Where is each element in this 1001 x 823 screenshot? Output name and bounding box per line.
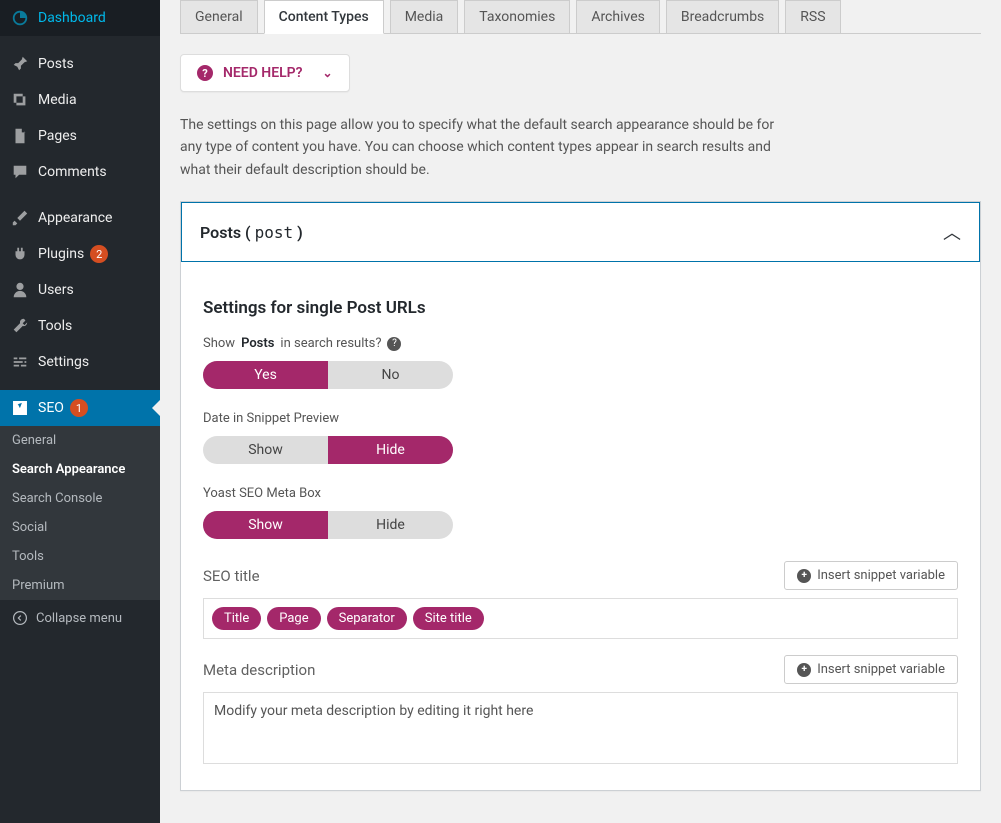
toggle-hide[interactable]: Hide [328, 436, 453, 464]
submenu-search-console[interactable]: Search Console [0, 484, 160, 513]
sidebar-item-label: Media [38, 92, 77, 108]
panel-title: Posts ( post ) [200, 223, 303, 242]
seo-title-label: SEO title [203, 567, 260, 585]
panel-title-paren: ( post ) [245, 223, 303, 242]
brush-icon [10, 208, 30, 228]
panel-header[interactable]: Posts ( post ) ︿ [181, 202, 980, 262]
seo-title-row: SEO title + Insert snippet variable [203, 561, 958, 590]
tab-breadcrumbs[interactable]: Breadcrumbs [666, 0, 779, 34]
seo-badge: 1 [70, 399, 88, 417]
meta-desc-row: Meta description + Insert snippet variab… [203, 655, 958, 684]
user-icon [10, 280, 30, 300]
tab-archives[interactable]: Archives [576, 0, 660, 34]
collapse-label: Collapse menu [36, 611, 122, 626]
toggle-show[interactable]: Show [203, 436, 328, 464]
tab-media[interactable]: Media [390, 0, 459, 34]
wrench-icon [10, 316, 30, 336]
posts-panel: Posts ( post ) ︿ Settings for single Pos… [180, 201, 981, 791]
sidebar-item-label: SEO [38, 400, 64, 416]
sidebar-item-posts[interactable]: Posts [0, 46, 160, 82]
toggle-hide[interactable]: Hide [328, 511, 453, 539]
tab-content-types[interactable]: Content Types [264, 0, 384, 34]
seo-title-input[interactable]: Title Page Separator Site title [203, 598, 958, 639]
sliders-icon [10, 352, 30, 372]
sidebar-item-label: Users [38, 282, 74, 298]
sidebar-item-label: Appearance [38, 210, 112, 226]
need-help-button[interactable]: ? NEED HELP? ⌄ [180, 54, 350, 92]
section-title: Settings for single Post URLs [203, 298, 958, 318]
plugins-badge: 2 [90, 245, 108, 263]
help-icon[interactable]: ? [387, 337, 401, 351]
tab-rss[interactable]: RSS [785, 0, 840, 34]
submenu-search-appearance[interactable]: Search Appearance [0, 455, 160, 484]
submenu-premium[interactable]: Premium [0, 571, 160, 600]
sidebar-item-seo[interactable]: SEO 1 [0, 390, 160, 426]
sidebar-item-label: Dashboard [38, 10, 106, 26]
snippet-tag[interactable]: Separator [327, 607, 407, 630]
chevron-up-icon: ︿ [943, 219, 961, 245]
collapse-icon [10, 608, 30, 628]
submenu-social[interactable]: Social [0, 513, 160, 542]
submenu-general[interactable]: General [0, 426, 160, 455]
plus-circle-icon: + [797, 569, 811, 583]
date-snippet-label: Date in Snippet Preview [203, 411, 958, 426]
snippet-tag[interactable]: Site title [413, 607, 484, 630]
main-content: General Content Types Media Taxonomies A… [160, 0, 1001, 823]
question-icon: ? [197, 65, 213, 81]
sidebar-item-comments[interactable]: Comments [0, 154, 160, 190]
sidebar-item-label: Comments [38, 164, 107, 180]
snippet-tag[interactable]: Title [212, 607, 261, 630]
tab-taxonomies[interactable]: Taxonomies [464, 0, 570, 34]
collapse-menu[interactable]: Collapse menu [0, 600, 160, 636]
panel-body: Settings for single Post URLs Show Posts… [181, 262, 980, 790]
toggle-show[interactable]: Show [203, 511, 328, 539]
intro-text: The settings on this page allow you to s… [180, 114, 780, 181]
toggle-yes[interactable]: Yes [203, 361, 328, 389]
sidebar-item-label: Plugins [38, 246, 84, 262]
show-in-results-label: Show Posts in search results? ? [203, 336, 958, 351]
yoast-icon [10, 398, 30, 418]
page-icon [10, 126, 30, 146]
submenu-tools[interactable]: Tools [0, 542, 160, 571]
seo-submenu: General Search Appearance Search Console… [0, 426, 160, 600]
meta-box-label: Yoast SEO Meta Box [203, 486, 958, 501]
need-help-label: NEED HELP? [223, 65, 303, 81]
panel-title-text: Posts [200, 223, 241, 242]
meta-description-input[interactable]: Modify your meta description by editing … [203, 692, 958, 764]
sidebar-item-plugins[interactable]: Plugins 2 [0, 236, 160, 272]
pin-icon [10, 54, 30, 74]
sidebar-item-label: Pages [38, 128, 77, 144]
media-icon [10, 90, 30, 110]
sidebar-item-dashboard[interactable]: Dashboard [0, 0, 160, 36]
comment-icon [10, 162, 30, 182]
sidebar-item-settings[interactable]: Settings [0, 344, 160, 380]
toggle-no[interactable]: No [328, 361, 453, 389]
sidebar-item-appearance[interactable]: Appearance [0, 200, 160, 236]
sidebar-item-label: Tools [38, 318, 72, 334]
dashboard-icon [10, 8, 30, 28]
snippet-tag[interactable]: Page [267, 607, 320, 630]
insert-snippet-button-2[interactable]: + Insert snippet variable [784, 655, 958, 684]
date-snippet-toggle: Show Hide [203, 436, 453, 464]
sidebar-item-tools[interactable]: Tools [0, 308, 160, 344]
meta-desc-label: Meta description [203, 661, 315, 679]
sidebar-item-label: Posts [38, 56, 74, 72]
tab-general[interactable]: General [180, 0, 258, 34]
plug-icon [10, 244, 30, 264]
plus-circle-icon: + [797, 663, 811, 677]
panel-title-code: post [255, 223, 294, 242]
chevron-down-icon: ⌄ [323, 66, 333, 80]
tab-bar: General Content Types Media Taxonomies A… [180, 0, 981, 34]
show-in-results-toggle: Yes No [203, 361, 453, 389]
sidebar-item-label: Settings [38, 354, 89, 370]
meta-box-toggle: Show Hide [203, 511, 453, 539]
insert-snippet-button[interactable]: + Insert snippet variable [784, 561, 958, 590]
admin-sidebar: Dashboard Posts Media Pages Comments App… [0, 0, 160, 823]
sidebar-item-pages[interactable]: Pages [0, 118, 160, 154]
sidebar-item-users[interactable]: Users [0, 272, 160, 308]
sidebar-item-media[interactable]: Media [0, 82, 160, 118]
